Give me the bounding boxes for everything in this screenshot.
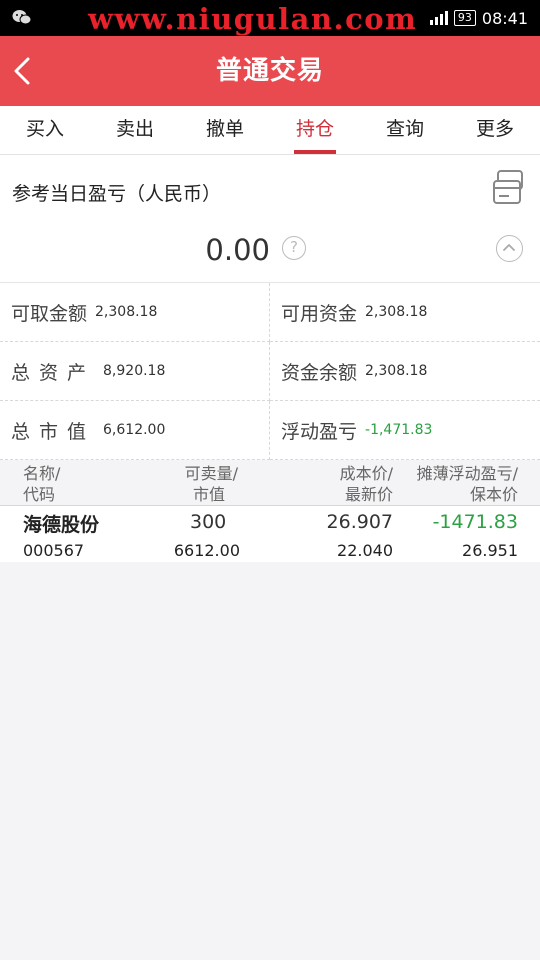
header-name: 名称/ xyxy=(23,464,61,483)
header-cost-price: 成本价/ xyxy=(339,464,393,483)
header-code: 代码 xyxy=(23,485,56,504)
market-value-label: 总市值 xyxy=(11,420,96,443)
holdings-table-header: 名称/ 代码 可卖量/ 市值 成本价/ 最新价 摊薄浮动盈亏/ 保本价 xyxy=(0,460,540,506)
market-value-value: 6,612.00 xyxy=(103,422,166,438)
wechat-icon xyxy=(12,9,32,30)
bank-card-icon[interactable] xyxy=(492,169,526,207)
status-bar: www.niugulan.com 93 08:41 xyxy=(0,0,540,36)
fund-balance-cell: 资金余额 2,308.18 xyxy=(270,342,540,401)
latest-price: 22.040 xyxy=(337,541,393,560)
total-assets-label: 总资产 xyxy=(11,361,96,384)
daily-profit-value: 0.00 xyxy=(205,233,270,267)
available-funds-value: 2,308.18 xyxy=(365,304,428,320)
trade-tabs: 买入 卖出 撤单 持仓 查询 更多 xyxy=(0,106,540,155)
withdrawable-label: 可取金额 xyxy=(11,302,88,325)
total-assets-value: 8,920.18 xyxy=(103,363,166,379)
watermark: www.niugulan.com xyxy=(88,2,418,36)
app-header: 普通交易 xyxy=(0,36,540,106)
tab-positions[interactable]: 持仓 xyxy=(270,106,360,154)
fund-balance-label: 资金余额 xyxy=(281,361,358,384)
asset-summary-grid: 可取金额 2,308.18 可用资金 2,308.18 总资产 8,920.18… xyxy=(0,283,540,460)
market-value-cell: 总市值 6,612.00 xyxy=(0,401,270,460)
table-row[interactable]: 海德股份 000567 300 6612.00 26.907 22.040 -1… xyxy=(0,506,540,562)
header-latest-price: 最新价 xyxy=(344,485,393,504)
stock-code: 000567 xyxy=(23,541,85,560)
tab-more[interactable]: 更多 xyxy=(450,106,540,154)
tab-cancel-order[interactable]: 撤单 xyxy=(180,106,270,154)
signal-icon xyxy=(429,11,448,25)
tab-buy[interactable]: 买入 xyxy=(0,106,90,154)
available-funds-label: 可用资金 xyxy=(281,302,358,325)
cost-price: 26.907 xyxy=(326,511,393,533)
chevron-up-icon[interactable] xyxy=(496,235,523,262)
fund-balance-value: 2,308.18 xyxy=(365,363,428,379)
status-icons: 93 08:41 xyxy=(429,0,528,36)
daily-profit-label: 参考当日盈亏（人民币） xyxy=(12,183,222,205)
page-title: 普通交易 xyxy=(215,56,324,86)
holding-market-value: 6612.00 xyxy=(173,541,240,560)
total-assets-cell: 总资产 8,920.18 xyxy=(0,342,270,401)
floating-pl-cell: 浮动盈亏 -1,471.83 xyxy=(270,401,540,460)
floating-pl-label: 浮动盈亏 xyxy=(281,420,358,443)
battery-icon: 93 xyxy=(453,10,476,26)
withdrawable-cell: 可取金额 2,308.18 xyxy=(0,283,270,342)
floating-pl-value: -1,471.83 xyxy=(365,422,433,438)
withdrawable-value: 2,308.18 xyxy=(95,304,158,320)
daily-profit-panel: 参考当日盈亏（人民币） 0.00 ? xyxy=(0,155,540,283)
floating-pl: -1471.83 xyxy=(432,511,518,533)
breakeven-price: 26.951 xyxy=(462,541,518,560)
clock: 08:41 xyxy=(481,8,528,28)
available-funds-cell: 可用资金 2,308.18 xyxy=(270,283,540,342)
sellable-quantity: 300 xyxy=(190,511,227,533)
help-icon[interactable]: ? xyxy=(282,236,306,260)
tab-query[interactable]: 查询 xyxy=(360,106,450,154)
header-sellable: 可卖量/ xyxy=(184,464,238,483)
header-market-value: 市值 xyxy=(192,485,225,504)
header-floating-pl: 摊薄浮动盈亏/ xyxy=(416,464,518,483)
header-breakeven-price: 保本价 xyxy=(469,485,518,504)
stock-name: 海德股份 xyxy=(23,514,100,536)
tab-sell[interactable]: 卖出 xyxy=(90,106,180,154)
